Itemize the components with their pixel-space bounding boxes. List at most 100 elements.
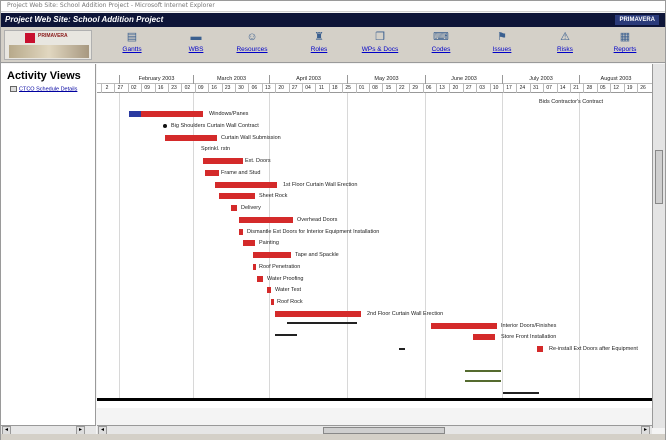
nav-label[interactable]: Codes — [414, 45, 468, 54]
month-label: March 2003 — [193, 75, 269, 84]
float-line — [503, 392, 539, 394]
activity-bar[interactable] — [473, 334, 495, 340]
activity-label: Painting — [259, 240, 279, 246]
nav-label[interactable]: Roles — [292, 45, 346, 54]
short-activity-marker[interactable] — [239, 229, 243, 235]
nav-roles[interactable]: ♜ Roles — [292, 29, 346, 61]
day-label: 04 — [302, 84, 313, 93]
day-label: 09 — [194, 84, 206, 93]
activity-label: Sprinkl. rstn — [201, 146, 231, 152]
day-label: 30 — [235, 84, 246, 93]
day-label: 01 — [355, 84, 367, 93]
day-label: 16 — [154, 84, 166, 93]
activity-bar[interactable] — [243, 240, 255, 246]
left-horizontal-scrollbar[interactable]: ◂ ▸ — [1, 425, 96, 435]
day-label: 02 — [181, 84, 192, 93]
horizontal-scroll-thumb[interactable] — [323, 427, 445, 434]
short-activity-marker[interactable] — [267, 287, 271, 293]
activity-bar[interactable] — [215, 182, 277, 188]
activity-label: Bids Contractor's Contract — [539, 99, 604, 105]
day-label: 22 — [395, 84, 407, 93]
activity-views-panel: Activity Views CTCO Schedule Details — [1, 64, 96, 428]
short-activity-marker[interactable] — [257, 276, 263, 282]
app-title-bar: Project Web Site: School Addition Projec… — [1, 13, 665, 27]
activity-bar[interactable] — [275, 311, 361, 317]
activity-label: Frame and Stud — [221, 170, 261, 176]
day-label: 28 — [583, 84, 594, 93]
day-label: 02 — [127, 84, 139, 93]
nav-wps-docs[interactable]: ❐ WPs & Docs — [353, 29, 407, 61]
vertical-scroll-thumb[interactable] — [655, 150, 663, 204]
day-label: 27 — [114, 84, 125, 93]
nav-label[interactable]: Issues — [475, 45, 529, 54]
month-gridline — [502, 93, 503, 398]
docs-icon: ❐ — [375, 31, 385, 43]
nav-label[interactable]: WBS — [169, 45, 223, 54]
progress-bar — [129, 111, 141, 117]
day-label: 20 — [449, 84, 460, 93]
activity-label: Water Test — [275, 287, 301, 293]
browser-window: Project Web Site: School Addition Projec… — [0, 0, 666, 440]
nav-codes[interactable]: ⌨ Codes — [414, 29, 468, 61]
activity-bar[interactable] — [537, 346, 543, 352]
issues-icon: ⚑ — [497, 31, 507, 43]
vertical-scrollbar[interactable] — [652, 64, 665, 428]
tree-item-label[interactable]: CTCO Schedule Details — [19, 86, 77, 92]
gantt-chart[interactable]: February 2003 March 2003 April 2003 May 200… — [97, 64, 652, 408]
float-line — [275, 334, 297, 336]
activity-label: Roof Penetration — [259, 264, 301, 270]
short-activity-marker[interactable] — [271, 299, 274, 305]
activity-bar[interactable] — [431, 323, 497, 329]
activity-label: Windows/Panes — [209, 111, 249, 117]
day-label: 19 — [623, 84, 635, 93]
chart-icon: ▤ — [126, 31, 138, 43]
activity-bar[interactable] — [239, 217, 293, 223]
activity-views-heading: Activity Views — [7, 70, 81, 82]
nav-issues[interactable]: ⚑ Issues — [475, 29, 529, 61]
main-toolbar: PRIMAVERA ▤ Gantts ▬ WBS ☺ Resources ♜ R… — [1, 27, 665, 63]
month-label: August 2003 — [579, 75, 652, 84]
nav-gantts[interactable]: ▤ Gantts — [105, 29, 159, 61]
codes-icon: ⌨ — [433, 31, 449, 43]
activity-bar[interactable] — [203, 158, 243, 164]
primavera-badge[interactable]: PRIMAVERA — [615, 15, 659, 25]
chart-horizontal-scrollbar[interactable]: ◂ ▸ — [97, 425, 652, 435]
day-label: 10 — [489, 84, 501, 93]
activity-bar[interactable] — [219, 193, 255, 199]
day-label: 16 — [208, 84, 219, 93]
nav-risks[interactable]: ⚠ Risks — [538, 29, 592, 61]
tree-item-schedule[interactable]: CTCO Schedule Details — [10, 86, 77, 92]
activity-label: Dismantle Ext Doors for Interior Equipme… — [247, 229, 380, 235]
short-activity-marker[interactable] — [231, 205, 237, 211]
nav-wbs[interactable]: ▬ WBS — [169, 29, 223, 61]
activity-label: Roof Rock — [277, 299, 303, 305]
activity-bar[interactable] — [205, 170, 219, 176]
float-line — [399, 348, 405, 350]
activity-label: Overhead Doors — [297, 217, 338, 223]
day-label: 20 — [275, 84, 286, 93]
nav-label[interactable]: Reports — [598, 45, 652, 54]
activity-label: Interior Doors/Finishes — [501, 323, 557, 329]
nav-resources[interactable]: ☺ Resources — [225, 29, 279, 61]
activity-label: Sheet Rock — [259, 193, 288, 199]
nav-label[interactable]: Gantts — [105, 45, 159, 54]
nav-reports[interactable]: ▦ Reports — [598, 29, 652, 61]
wbs-icon: ▬ — [190, 31, 202, 43]
logo-text: PRIMAVERA — [38, 33, 68, 39]
day-label: 07 — [543, 84, 554, 93]
milestone-marker[interactable] — [163, 124, 167, 128]
activity-label: Tape and Spackle — [295, 252, 339, 258]
nav-label[interactable]: Risks — [538, 45, 592, 54]
activity-bar[interactable] — [253, 252, 291, 258]
activity-bar[interactable] — [165, 135, 217, 141]
day-label: 21 — [570, 84, 581, 93]
nav-label[interactable]: Resources — [225, 45, 279, 54]
activity-bar[interactable] — [133, 111, 203, 117]
month-label: February 2003 — [119, 75, 193, 84]
day-label: 27 — [288, 84, 300, 93]
roles-icon: ♜ — [314, 31, 324, 43]
nav-label[interactable]: WPs & Docs — [353, 45, 407, 54]
month-gridline — [119, 93, 120, 398]
short-activity-marker[interactable] — [253, 264, 256, 270]
month-header: February 2003 March 2003 April 2003 May 200… — [97, 75, 652, 84]
